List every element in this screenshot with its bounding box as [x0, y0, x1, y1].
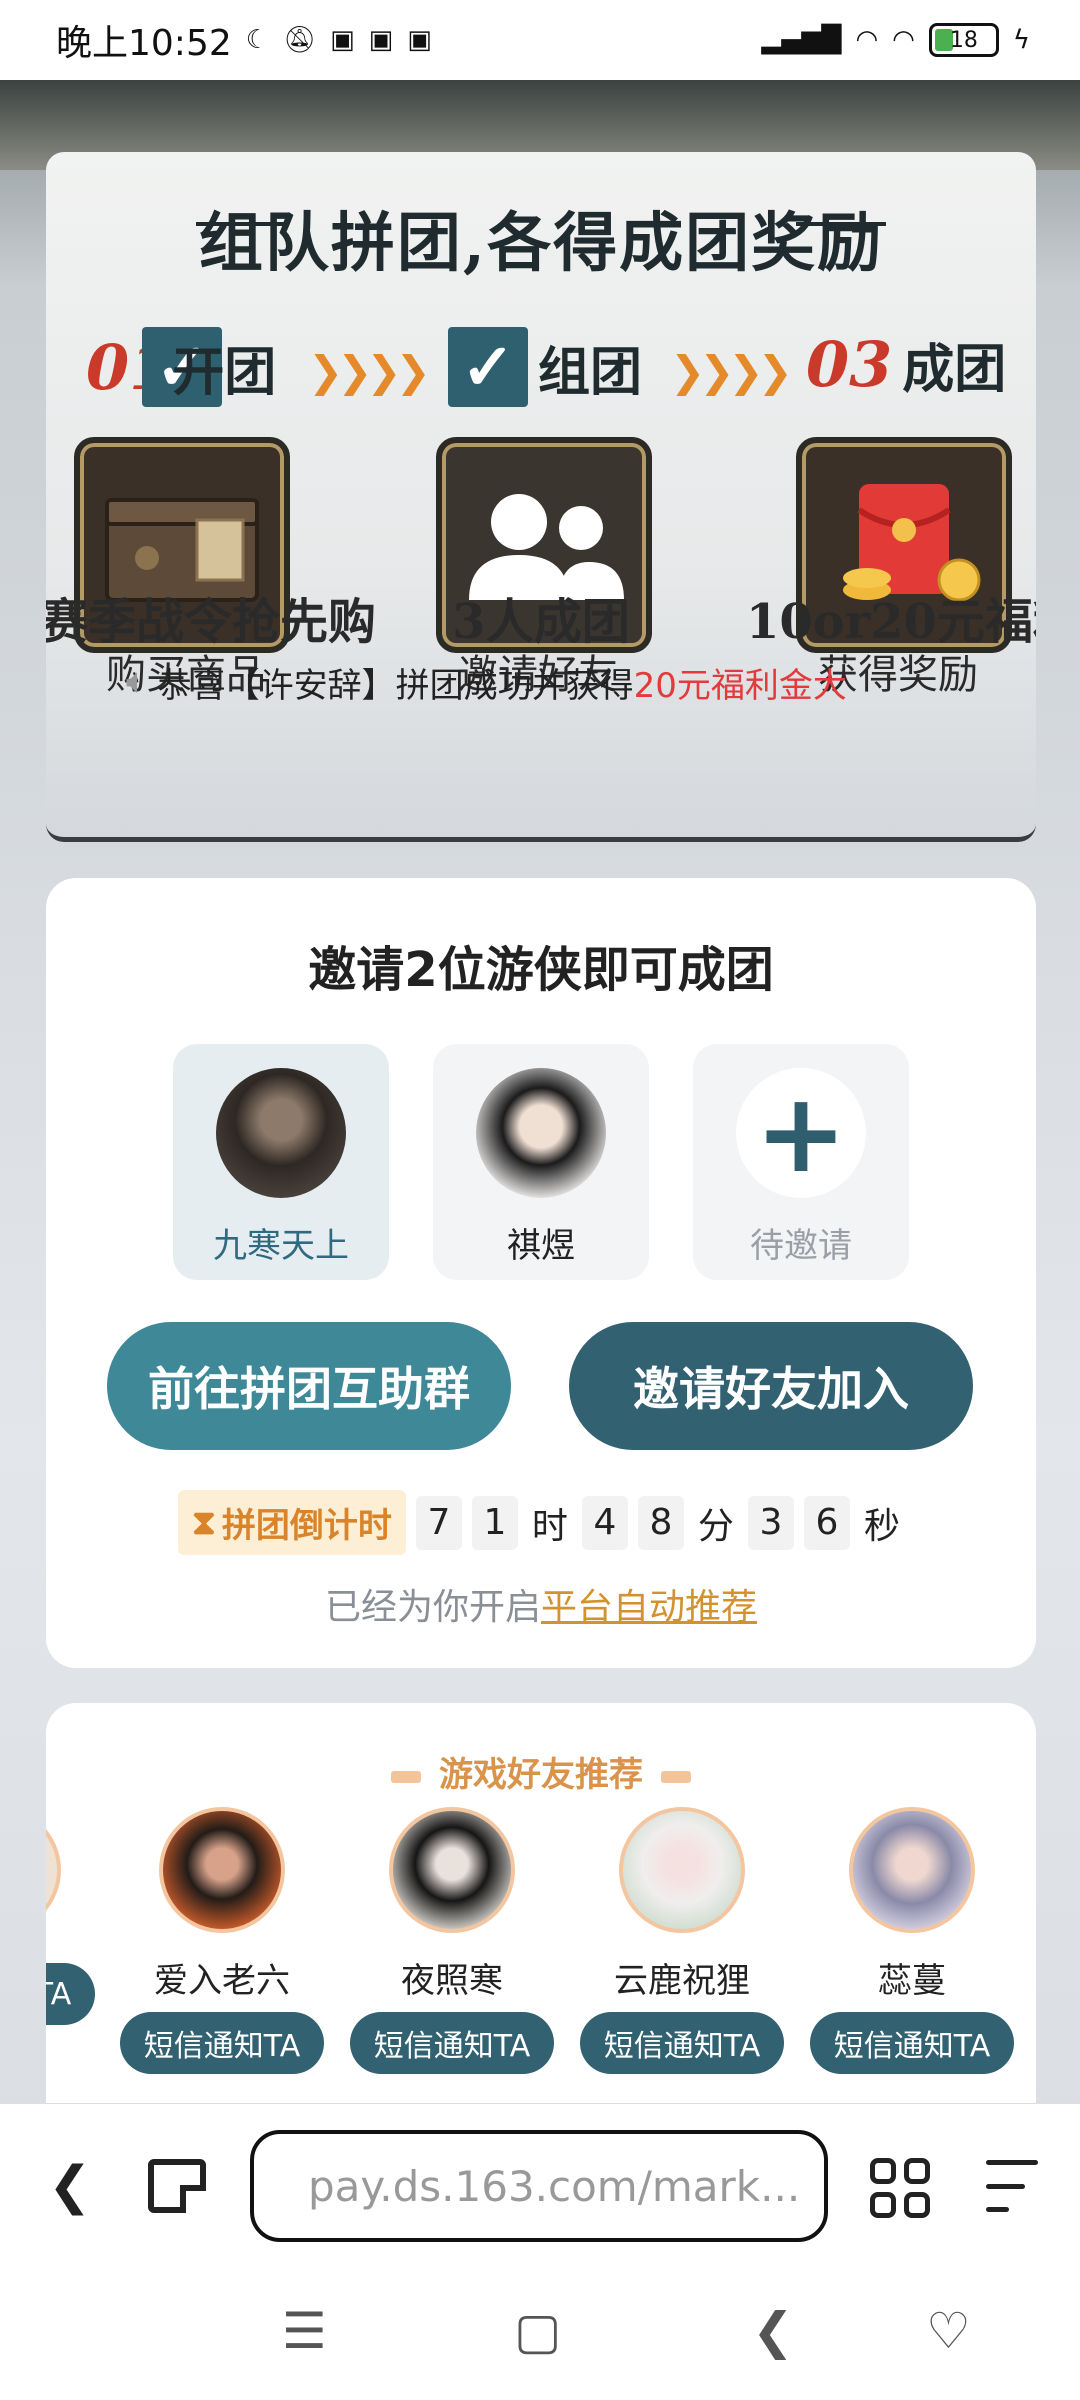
url-bar[interactable]: pay.ds.163.com/mark... — [250, 2130, 828, 2242]
menu-icon[interactable] — [986, 2160, 1038, 2212]
countdown-unit: 秒 — [863, 1505, 900, 1547]
sms-notify-button[interactable]: 短信通知TA — [349, 2012, 555, 2074]
notification-icon: ▣ — [330, 25, 355, 55]
recommend-title-text: 游戏好友推荐 — [439, 1755, 643, 1795]
apps-grid-icon[interactable] — [870, 2158, 930, 2218]
avatar — [46, 1807, 61, 1933]
invite-slot[interactable]: + 待邀请 — [693, 1044, 909, 1280]
step-3: 03 成团 — [806, 327, 1006, 402]
avatar — [216, 1068, 346, 1198]
speaker-icon: 🔈︎ — [126, 661, 148, 702]
step-1: 01 ✓ 开团 — [86, 327, 276, 407]
sms-notify-button[interactable]: 短信通知TA — [579, 2012, 785, 2074]
team-title: 邀请2位游侠即可成团 — [308, 942, 774, 998]
title-decoration — [391, 1770, 421, 1783]
countdown-unit: 时 — [531, 1505, 568, 1547]
charging-icon: ϟ — [1012, 25, 1030, 55]
moon-icon: ☾ — [245, 25, 270, 55]
sms-notify-button[interactable]: 短信通知TA — [119, 2012, 325, 2074]
countdown-digit: 1 — [471, 1495, 518, 1550]
hourglass-icon: ⧗ — [192, 1502, 216, 1543]
invite-friends-button[interactable]: 邀请好友加入 — [569, 1322, 973, 1450]
friend-name: 云鹿祝狸 — [614, 1961, 750, 2001]
recommend-card: 游戏好友推荐 TA 爱入老六 短信通知TA 夜照寒 短信通知TA 云鹿祝狸 短信… — [46, 1703, 1036, 2103]
tab-switch-icon[interactable] — [148, 2159, 206, 2213]
countdown-digit: 6 — [803, 1495, 850, 1550]
plus-icon[interactable]: + — [736, 1068, 866, 1198]
countdown-digit: 4 — [581, 1495, 628, 1550]
friend-name: 夜照寒 — [401, 1961, 503, 2001]
avatar — [159, 1807, 285, 1933]
back-nav-icon[interactable]: ❮ — [752, 2302, 794, 2360]
wifi-icon: ◠ — [855, 25, 879, 55]
notification-icon: ▣ — [368, 25, 394, 55]
friend-card: TA — [46, 1807, 98, 2025]
friend-card: 夜照寒 短信通知TA — [349, 1807, 555, 2074]
url-text: pay.ds.163.com/mark... — [308, 2161, 801, 2211]
member-name: 祺煜 — [507, 1226, 575, 1266]
recent-apps-icon[interactable]: ☰ — [282, 2302, 327, 2360]
sms-notify-button[interactable]: TA — [46, 1963, 96, 2025]
step-2: ✓ 组团 — [448, 327, 642, 407]
ticker-text: 恭喜【许安辞】拼团成功并获得 — [157, 665, 634, 706]
member-slot: 祺煜 — [433, 1044, 649, 1280]
countdown: ⧗ 拼团倒计时 7 1 时 4 8 分 3 6 秒 — [46, 1490, 1036, 1555]
home-icon[interactable]: ▢ — [514, 2302, 561, 2360]
member-slot: 九寒天上 — [173, 1044, 389, 1280]
countdown-digit: 8 — [637, 1495, 684, 1550]
countdown-label-text: 拼团倒计时 — [221, 1506, 392, 1546]
countdown-label: ⧗ 拼团倒计时 — [178, 1490, 406, 1555]
countdown-unit: 分 — [697, 1505, 734, 1547]
bell-off-icon: 🔕︎ — [283, 25, 317, 55]
steps-title: 组队拼团,各得成团奖励 — [198, 206, 884, 281]
recommend-title: 游戏好友推荐 — [46, 1747, 1036, 1796]
steps-card: 组队拼团,各得成团奖励 01 ✓ 开团 ❯❯❯❯ ✓ 组团 ❯❯❯❯ 03 成团 — [46, 152, 1036, 842]
assistant-icon[interactable]: ♡ — [926, 2302, 971, 2360]
countdown-digit: 7 — [415, 1495, 462, 1550]
system-nav-bar: ☰ ▢ ❮ ♡ — [0, 2268, 1080, 2400]
friend-card: 云鹿祝狸 短信通知TA — [579, 1807, 785, 2074]
step-label: 开团 — [172, 341, 277, 403]
battery-icon: 18 — [928, 23, 999, 57]
clock: 晚上10:52 — [56, 23, 232, 64]
avatar — [849, 1807, 975, 1933]
wifi6-icon: ◠ — [892, 25, 915, 55]
friend-name: 爱入老六 — [154, 1961, 290, 2001]
sms-notify-button[interactable]: 短信通知TA — [809, 2012, 1015, 2074]
winner-ticker: 🔈︎ 恭喜【许安辞】拼团成功并获得 20元福利金大 — [126, 652, 996, 712]
avatar — [476, 1068, 606, 1198]
friend-card: 爱入老六 短信通知TA — [119, 1807, 325, 2074]
member-name: 待邀请 — [750, 1226, 852, 1266]
ticker-highlight: 20元福利金大 — [633, 665, 847, 706]
friend-name: 蕊蔓 — [878, 1961, 946, 2001]
auto-recommend-link[interactable]: 平台自动推荐 — [541, 1587, 757, 1628]
check-icon: ✓ — [448, 327, 528, 407]
battery-level: 18 — [949, 27, 978, 53]
status-bar: 晚上10:52 ☾ 🔕︎ ▣ ▣ ▣ ▂▄▆█ ◠ ◠ 18 ϟ — [0, 0, 1080, 80]
title-decoration — [661, 1770, 691, 1783]
back-icon[interactable]: ❮ — [48, 2156, 92, 2216]
arrow-icon: ❯❯❯❯ — [670, 347, 793, 396]
auto-recommend-line: 已经为你开启平台自动推荐 — [46, 1578, 1036, 1630]
arrow-icon: ❯❯❯❯ — [308, 347, 431, 396]
avatar — [619, 1807, 745, 1933]
notification-icon: ▣ — [407, 25, 432, 55]
friend-card: 蕊蔓 短信通知TA — [809, 1807, 1015, 2074]
step-label: 成团 — [902, 339, 1007, 400]
browser-toolbar: ❮ pay.ds.163.com/mark... — [0, 2104, 1080, 2268]
avatar — [389, 1807, 515, 1933]
team-card: 邀请2位游侠即可成团 九寒天上 祺煜 + 待邀请 前往拼团互助群 邀请好友加入 … — [46, 878, 1036, 1668]
step-number: 03 — [806, 328, 893, 401]
signal-icon: ▂▄▆█ — [761, 25, 842, 55]
step-label: 组团 — [538, 341, 643, 403]
member-name: 九寒天上 — [213, 1226, 349, 1266]
group-chat-button[interactable]: 前往拼团互助群 — [107, 1322, 511, 1450]
auto-prefix: 已经为你开启 — [324, 1587, 541, 1628]
countdown-digit: 3 — [747, 1495, 794, 1550]
